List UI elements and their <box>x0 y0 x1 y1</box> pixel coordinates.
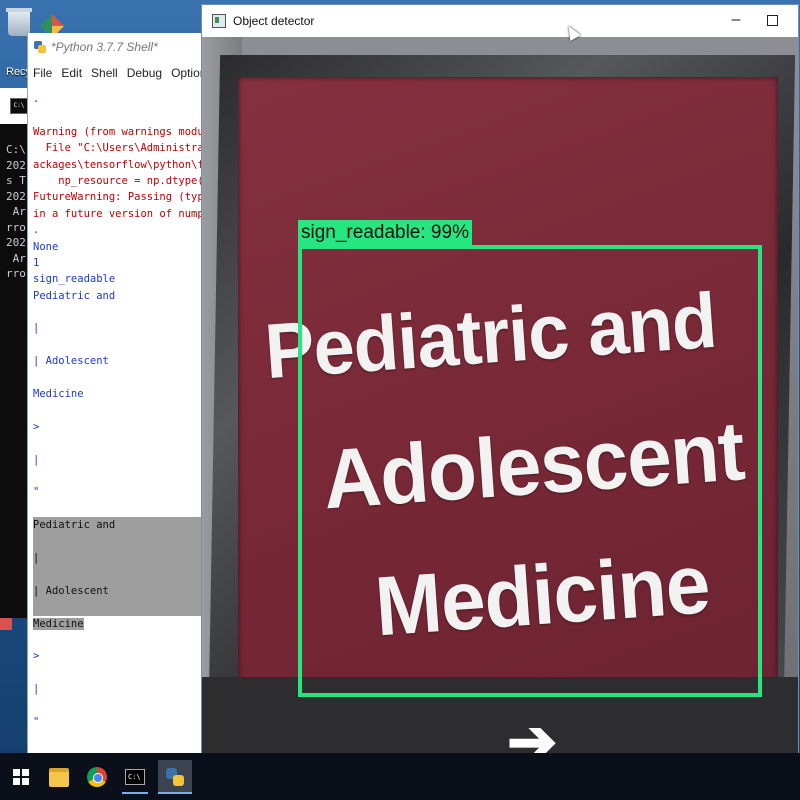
shell-line: File "C:\Users\Administrat <box>33 142 206 155</box>
shell-line: | <box>33 683 40 696</box>
shell-line: Warning (from warnings modu <box>33 125 204 138</box>
shell-line: | Adolescent <box>33 355 109 368</box>
shell-output[interactable]: . Warning (from warnings modu File "C:\U… <box>33 91 206 730</box>
menu-options[interactable]: Options <box>171 66 206 80</box>
windows-logo-icon <box>13 769 29 785</box>
shell-line: | <box>33 453 40 466</box>
python-shell-window[interactable]: *Python 3.7.7 Shell* File Edit Shell Deb… <box>27 33 206 753</box>
shell-line: FutureWarning: Passing (type <box>33 191 206 204</box>
detector-titlebar[interactable]: Object detector – <box>202 5 798 37</box>
shell-line: | <box>33 549 206 567</box>
folder-icon <box>49 767 69 787</box>
chrome-icon <box>87 767 107 787</box>
object-detector-window[interactable]: Object detector – Pediatric and Adolesce… <box>202 5 798 753</box>
shell-line: Pediatric and <box>33 517 206 534</box>
python-icon <box>34 41 46 53</box>
shell-line: ackages\tensorflow\python\fr <box>33 158 206 171</box>
running-indicator <box>122 792 148 794</box>
shell-line: in a future version of numpy <box>33 207 206 220</box>
detection-bounding-box <box>298 245 762 697</box>
desktop: Recyc C:\ C:\ 202 s T 202 Ar rro 202 Ar rro *P… <box>0 0 800 758</box>
taskbar: C:\ <box>0 753 800 800</box>
shell-line: " <box>33 715 40 728</box>
shell-line <box>33 566 206 583</box>
menu-file[interactable]: File <box>33 66 52 80</box>
shell-line: 1 <box>33 256 40 269</box>
shell-line: " <box>33 486 40 499</box>
menu-edit[interactable]: Edit <box>61 66 82 80</box>
start-button[interactable] <box>4 760 38 794</box>
shell-line: . <box>33 93 40 105</box>
cmd-icon: C:\ <box>10 98 28 114</box>
detection-image: Pediatric and Adolescent Medicine ➔ sign… <box>202 37 798 753</box>
shell-line: np_resource = np.dtype( <box>33 174 204 187</box>
shell-line: Medicine <box>33 388 84 401</box>
running-indicator <box>158 792 192 794</box>
shell-line: > <box>33 420 40 433</box>
taskbar-file-explorer[interactable] <box>42 760 76 794</box>
menu-debug[interactable]: Debug <box>127 66 162 80</box>
menu-shell[interactable]: Shell <box>91 66 118 80</box>
arrow-icon: ➔ <box>507 708 558 754</box>
shell-line <box>33 599 206 616</box>
maximize-icon <box>766 15 778 27</box>
cmd-icon: C:\ <box>125 769 145 785</box>
taskbar-python[interactable] <box>158 760 192 794</box>
detection-label: sign_readable: 99% <box>298 220 472 246</box>
taskbar-chrome[interactable] <box>80 760 114 794</box>
shell-line: . <box>33 224 40 237</box>
shell-menubar: File Edit Shell Debug Options W <box>28 61 206 85</box>
shell-line: None <box>33 240 59 253</box>
shell-line <box>33 533 206 550</box>
shell-title: *Python 3.7.7 Shell* <box>51 40 158 54</box>
shell-line: Pediatric and <box>33 289 116 302</box>
minimize-button[interactable]: – <box>726 11 746 31</box>
shell-line: | Adolescent <box>33 582 206 600</box>
maximize-button[interactable] <box>762 11 782 31</box>
shell-titlebar[interactable]: *Python 3.7.7 Shell* <box>28 33 206 61</box>
shell-line: > <box>33 650 40 663</box>
detector-title: Object detector <box>233 14 315 28</box>
shell-line: sign_readable <box>33 273 116 286</box>
window-icon <box>212 14 226 28</box>
python-icon <box>166 768 184 786</box>
taskbar-cmd[interactable]: C:\ <box>118 760 152 794</box>
shell-line: | <box>33 322 40 335</box>
shell-line: Medicine <box>33 617 84 630</box>
